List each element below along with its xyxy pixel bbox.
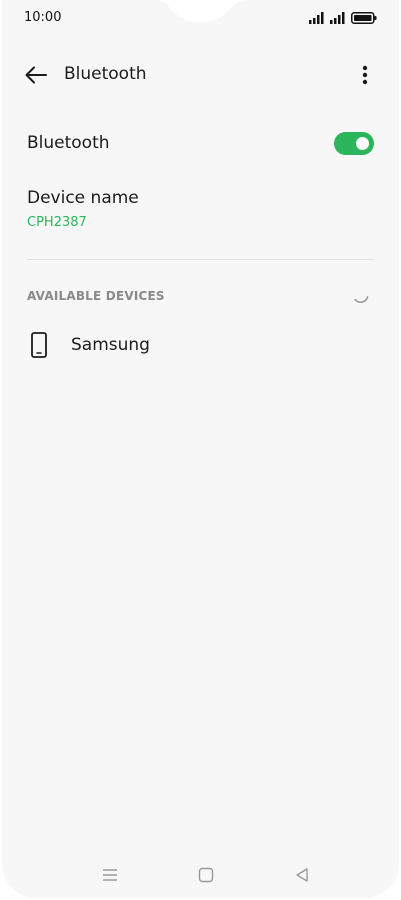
nav-menu-button[interactable] [97,864,123,886]
device-item-samsung[interactable]: Samsung [2,323,399,369]
navigation-bar [2,858,399,894]
app-header: Bluetooth [2,55,399,95]
back-button[interactable] [22,61,50,89]
home-icon [198,867,214,883]
arrow-left-icon [25,66,47,84]
bluetooth-label: Bluetooth [27,133,110,153]
page-title: Bluetooth [64,64,147,84]
device-name-value: CPH2387 [27,215,87,230]
status-icons [309,10,377,26]
bluetooth-row[interactable]: Bluetooth [2,120,399,168]
status-time: 10:00 [24,10,62,25]
phone-frame: 10:00 Bluetooth Bluetooth Device name CP… [0,0,401,900]
phone-icon [31,332,47,358]
back-icon [296,868,308,882]
nav-back-button[interactable] [289,864,315,886]
device-item-label: Samsung [71,335,150,355]
spinner-icon [354,296,369,303]
signal-icon [309,12,324,24]
toggle-knob [356,137,369,150]
battery-icon [351,12,377,24]
signal-icon [330,12,345,24]
camera-notch [152,0,249,22]
divider [27,259,374,260]
bluetooth-toggle[interactable] [334,132,374,155]
more-options-button[interactable] [351,61,379,89]
more-vertical-icon [362,65,368,85]
available-devices-header: AVAILABLE DEVICES [27,289,165,303]
device-name-row[interactable]: Device name CPH2387 [2,178,399,238]
nav-home-button[interactable] [193,864,219,886]
device-name-label: Device name [27,188,139,208]
screen: 10:00 Bluetooth Bluetooth Device name CP… [2,0,399,898]
menu-icon [103,869,117,881]
